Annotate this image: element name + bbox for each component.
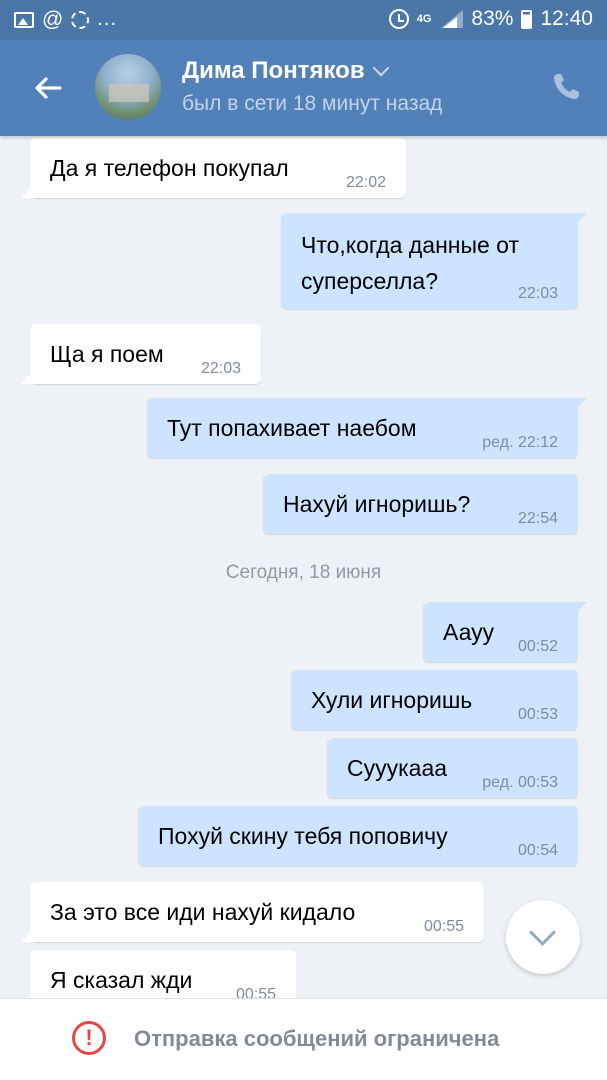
message-time: 22:02: [345, 174, 386, 191]
message-text: Похуй скину тебя поповичу: [158, 823, 448, 849]
message-outgoing[interactable]: Нахуй игноришь? 22:54: [263, 474, 578, 534]
message-time: 22:03: [200, 360, 241, 377]
weather-notification-icon: [71, 10, 90, 29]
message-outgoing[interactable]: Что,когда данные от суперселла? 22:03: [281, 213, 587, 309]
composer-restricted-bar: ! Отправка сообщений ограничена: [0, 998, 607, 1080]
warning-icon: !: [72, 1021, 106, 1055]
message-text-line1: Что,когда данные от: [301, 232, 520, 258]
message-time: ред. 00:53: [482, 774, 558, 791]
message-time: ред. 22:12: [482, 434, 558, 451]
signal-icon: [439, 10, 464, 28]
arrow-left-icon: [35, 77, 62, 99]
restriction-message: Отправка сообщений ограничена: [134, 1026, 500, 1051]
message-outgoing[interactable]: Сууукааа ред. 00:53: [327, 738, 578, 798]
chevron-down-icon: [372, 59, 390, 77]
message-time: 22:03: [517, 285, 558, 302]
message-text: Хули игноришь: [311, 687, 473, 713]
message-time: 00:53: [517, 706, 558, 723]
message-text: За это все иди нахуй кидало: [50, 899, 356, 925]
call-button[interactable]: [549, 70, 583, 104]
alarm-icon: [388, 9, 409, 29]
message-incoming[interactable]: Ща я поем 22:03: [21, 324, 261, 384]
status-bar-left: @ ...: [14, 8, 117, 31]
message-text: Я сказал жди: [50, 967, 193, 993]
message-text: Да я телефон покупал: [50, 155, 289, 181]
network-type: 4G: [416, 13, 432, 25]
message-text: Сууукааа: [347, 755, 448, 781]
chevron-down-icon: [529, 919, 556, 946]
message-time: 00:54: [517, 842, 558, 859]
message-text: Тут попахивает наебом: [167, 415, 417, 441]
more-notifications-icon: ...: [97, 8, 117, 30]
message-outgoing[interactable]: Хули игноришь 00:53: [291, 670, 578, 730]
chat-header: Дима Понтяков был в сети 18 минут назад: [0, 40, 607, 136]
message-outgoing[interactable]: Похуй скину тебя поповичу 00:54: [138, 806, 578, 866]
message-list[interactable]: Да я телефон покупал 22:02 Что,когда дан…: [0, 136, 607, 998]
status-bar: @ ... 4G 83% 12:40: [0, 0, 607, 40]
message-time: 22:54: [517, 510, 558, 527]
battery-percent: 83%: [471, 7, 514, 30]
message-outgoing[interactable]: Аауу 00:52: [423, 602, 587, 662]
phone-icon: [554, 74, 579, 99]
clock: 12:40: [540, 7, 593, 30]
at-notification-icon: @: [42, 8, 64, 31]
contact-name: Дима Понтяков: [182, 57, 365, 84]
contact-name-button[interactable]: Дима Понтяков: [182, 57, 390, 85]
message-incoming[interactable]: За это все иди нахуй кидало 00:55: [21, 882, 484, 942]
message-outgoing[interactable]: Тут попахивает наебом ред. 22:12: [147, 398, 587, 458]
message-text: Аауу: [443, 619, 495, 645]
message-text: Ща я поем: [50, 341, 164, 367]
battery-icon: [521, 9, 533, 29]
message-time: 00:55: [235, 986, 276, 998]
scroll-to-bottom-button[interactable]: [506, 900, 580, 974]
day-separator: Сегодня, 18 июня: [225, 562, 382, 583]
gallery-notification-icon: [14, 11, 34, 28]
message-time: 00:52: [517, 638, 558, 655]
message-text-line2: суперселла?: [301, 268, 438, 294]
message-incoming[interactable]: Да я телефон покупал 22:02: [21, 138, 406, 198]
last-seen-status: был в сети 18 минут назад: [182, 92, 443, 115]
status-bar-right: 4G 83% 12:40: [388, 7, 593, 31]
back-button[interactable]: [28, 68, 68, 108]
message-text: Нахуй игноришь?: [283, 491, 471, 517]
message-incoming[interactable]: Я сказал жди 00:55: [30, 950, 296, 998]
avatar[interactable]: [95, 54, 161, 120]
message-time: 00:55: [423, 918, 464, 935]
